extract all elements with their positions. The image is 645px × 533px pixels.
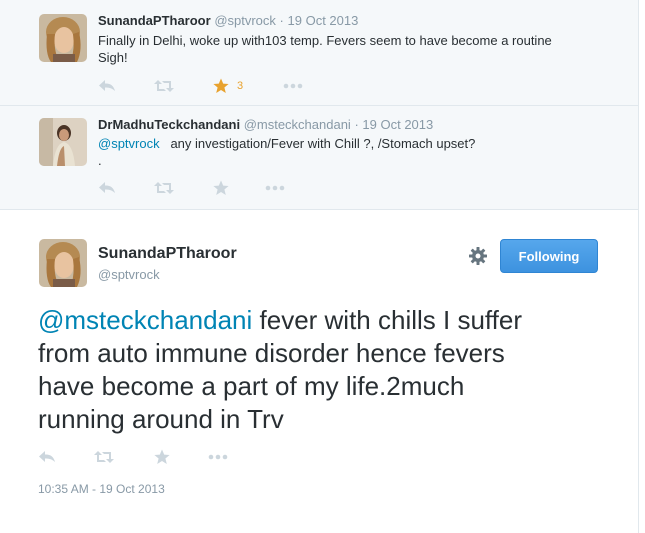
tweet-text-line: running around in Trv [38, 404, 284, 434]
user-name[interactable]: SunandaPTharoor [98, 13, 211, 28]
reply-icon [99, 80, 115, 91]
favorite-button[interactable]: 3 [213, 77, 243, 95]
reply-button[interactable] [38, 448, 56, 466]
avatar[interactable] [39, 118, 87, 166]
more-button[interactable] [265, 179, 285, 197]
avatar[interactable] [39, 239, 87, 287]
tweet-text-line: Sigh! [98, 50, 128, 65]
tweet-timestamp[interactable]: 10:35 AM - 19 Oct 2013 [38, 482, 165, 496]
reply-button[interactable] [98, 179, 116, 197]
user-handle[interactable]: @msteckchandani [244, 117, 351, 132]
favorite-button[interactable] [154, 448, 170, 466]
user-name[interactable]: DrMadhuTeckchandani [98, 117, 240, 132]
tweet-actions [98, 179, 318, 197]
reply-icon [39, 451, 55, 462]
retweet-icon [94, 451, 114, 463]
mention-link[interactable]: @msteckchandani [38, 305, 252, 335]
reply-button[interactable] [98, 77, 116, 95]
tweet-text-line: . [98, 153, 102, 168]
tweet-date[interactable]: 19 Oct 2013 [288, 13, 359, 28]
tweet-text-line: from auto immune disorder hence fevers [38, 338, 505, 368]
separator: · [279, 13, 284, 28]
mention-link[interactable]: @sptvrock [98, 136, 160, 151]
following-button[interactable]: Following [500, 239, 598, 273]
tweet-text-line: @msteckchandani fever with chills I suff… [38, 304, 618, 337]
tweet-actions [38, 448, 258, 466]
user-name[interactable]: SunandaPTharoor [98, 245, 237, 263]
retweet-icon [154, 80, 174, 92]
favorite-icon [213, 180, 229, 195]
tweet-header: SunandaPTharoor @sptvrock · 19 Oct 2013 [98, 13, 358, 28]
more-icon [265, 185, 285, 191]
tweet-text: @sptvrock any investigation/Fever with C… [98, 135, 628, 169]
user-actions-button[interactable] [468, 246, 488, 271]
tweet-text: @msteckchandani fever with chills I suff… [38, 304, 618, 436]
tweet-text-content: any investigation/Fever with Chill ?, /S… [170, 136, 476, 151]
gear-icon [469, 247, 487, 265]
more-button[interactable] [283, 77, 303, 95]
tweet-actions: 3 [98, 77, 318, 95]
retweet-icon [154, 182, 174, 194]
favorite-icon [154, 449, 170, 464]
reply-icon [99, 182, 115, 193]
favorite-count: 3 [237, 80, 244, 92]
retweet-button[interactable] [94, 448, 114, 466]
avatar[interactable] [39, 14, 87, 62]
more-icon [208, 454, 228, 460]
tweet-header: DrMadhuTeckchandani @msteckchandani · 19… [98, 117, 433, 132]
favorite-icon [213, 78, 229, 93]
tweet-text-line: @sptvrock any investigation/Fever with C… [98, 135, 628, 152]
more-button[interactable] [208, 448, 228, 466]
retweet-button[interactable] [154, 77, 174, 95]
tweet-date[interactable]: 19 Oct 2013 [362, 117, 433, 132]
user-handle[interactable]: @sptvrock [214, 13, 276, 28]
tweet-text-content: fever with chills I suffer [252, 305, 523, 335]
more-icon [283, 83, 303, 89]
tweet-text-line: Finally in Delhi, woke up with103 temp. … [98, 33, 552, 48]
context-tweet-1[interactable]: SunandaPTharoor @sptvrock · 19 Oct 2013 … [0, 0, 639, 106]
retweet-button[interactable] [154, 179, 174, 197]
separator: · [354, 117, 359, 132]
context-tweet-2[interactable]: DrMadhuTeckchandani @msteckchandani · 19… [0, 106, 639, 210]
tweet-text-line: have become a part of my life.2much [38, 371, 465, 401]
user-handle[interactable]: @sptvrock [98, 267, 160, 282]
tweet-text: Finally in Delhi, woke up with103 temp. … [98, 32, 628, 66]
favorite-button[interactable] [213, 179, 229, 197]
